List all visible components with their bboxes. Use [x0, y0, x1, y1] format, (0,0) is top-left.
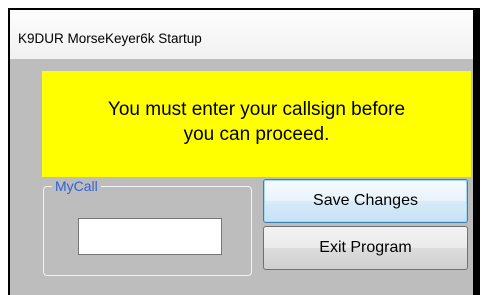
warning-line-2: you can proceed. [183, 124, 330, 145]
callsign-warning-message: You must enter your callsign before you … [42, 97, 471, 147]
startup-window: K9DUR MorseKeyer6k Startup You must ente… [8, 8, 480, 295]
mycall-legend: MyCall [52, 178, 101, 194]
window-title: K9DUR MorseKeyer6k Startup [18, 31, 202, 46]
title-bar[interactable]: K9DUR MorseKeyer6k Startup [10, 10, 473, 59]
mycall-input[interactable] [78, 218, 222, 255]
save-changes-button[interactable]: Save Changes [263, 179, 468, 223]
mycall-groupbox: MyCall [43, 178, 252, 276]
callsign-warning-panel: You must enter your callsign before you … [42, 71, 471, 177]
exit-program-button[interactable]: Exit Program [263, 226, 468, 270]
warning-line-1: You must enter your callsign before [107, 99, 406, 120]
